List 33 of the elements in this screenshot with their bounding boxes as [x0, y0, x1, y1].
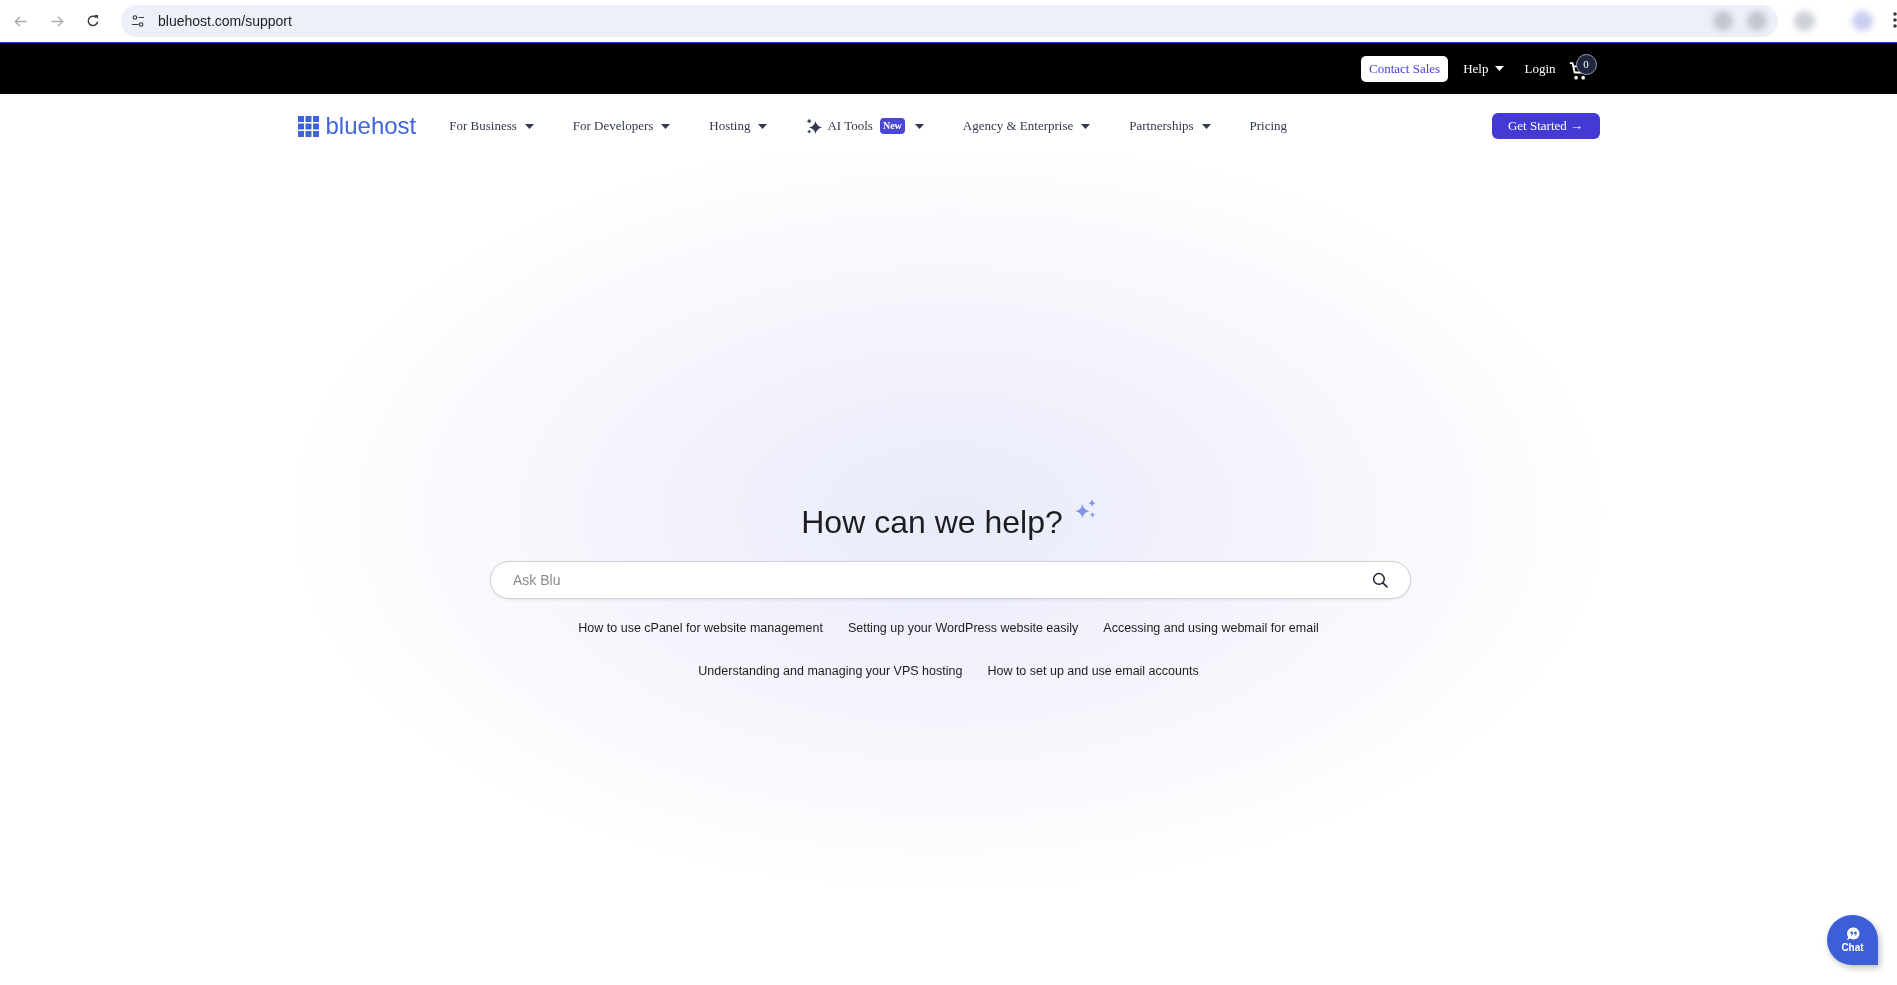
blurred-icon[interactable]	[1852, 11, 1873, 31]
nav-link[interactable]: Hosting	[709, 116, 768, 136]
suggestion-link[interactable]: Accessing and using webmail for email	[1103, 618, 1319, 638]
suggestion-link[interactable]: Understanding and managing your VPS hosting	[698, 661, 963, 681]
sparkle-icon	[806, 118, 823, 134]
page-heading: How can we help?	[801, 503, 1063, 542]
cart-count-badge: 0	[1575, 53, 1597, 75]
new-badge: New	[879, 118, 905, 134]
top-link[interactable]: Login	[1524, 58, 1556, 79]
nav-link[interactable]: Pricing	[1249, 116, 1288, 136]
suggestion-link[interactable]: Setting up your WordPress website easily	[847, 618, 1079, 638]
nav-link[interactable]: For Business	[449, 116, 534, 136]
chat-icon	[1844, 927, 1861, 941]
suggestion-link[interactable]: How to use cPanel for website management	[578, 618, 823, 638]
blurred-icon[interactable]	[1794, 11, 1815, 31]
grid-icon	[297, 115, 319, 137]
nav-link[interactable]: Partnerships	[1129, 116, 1211, 136]
nav-link[interactable]: Agency & Enterprise	[962, 116, 1091, 136]
menu-icon[interactable]	[1893, 12, 1897, 28]
top-link[interactable]: Help	[1463, 58, 1505, 79]
search-field[interactable]: Ask Blu	[490, 561, 1411, 599]
sparkle-icon	[1074, 499, 1096, 520]
reload-icon[interactable]	[86, 14, 100, 28]
nav-link[interactable]: For Developers	[572, 116, 671, 136]
contact-sales-button[interactable]: Contact Sales	[1361, 55, 1449, 82]
get-started-button[interactable]: Get Started →	[1491, 113, 1600, 139]
nav-link[interactable]: AI Tools New	[806, 116, 924, 136]
url-text: bluehost.com/support	[158, 11, 292, 31]
search-icon[interactable]	[1372, 572, 1388, 588]
sliders-icon[interactable]	[131, 14, 145, 28]
suggestion-link[interactable]: How to set up and use email accounts	[987, 661, 1199, 681]
logo-link[interactable]: bluehost	[297, 114, 417, 138]
address-bar[interactable]: bluehost.com/support	[121, 5, 1778, 37]
